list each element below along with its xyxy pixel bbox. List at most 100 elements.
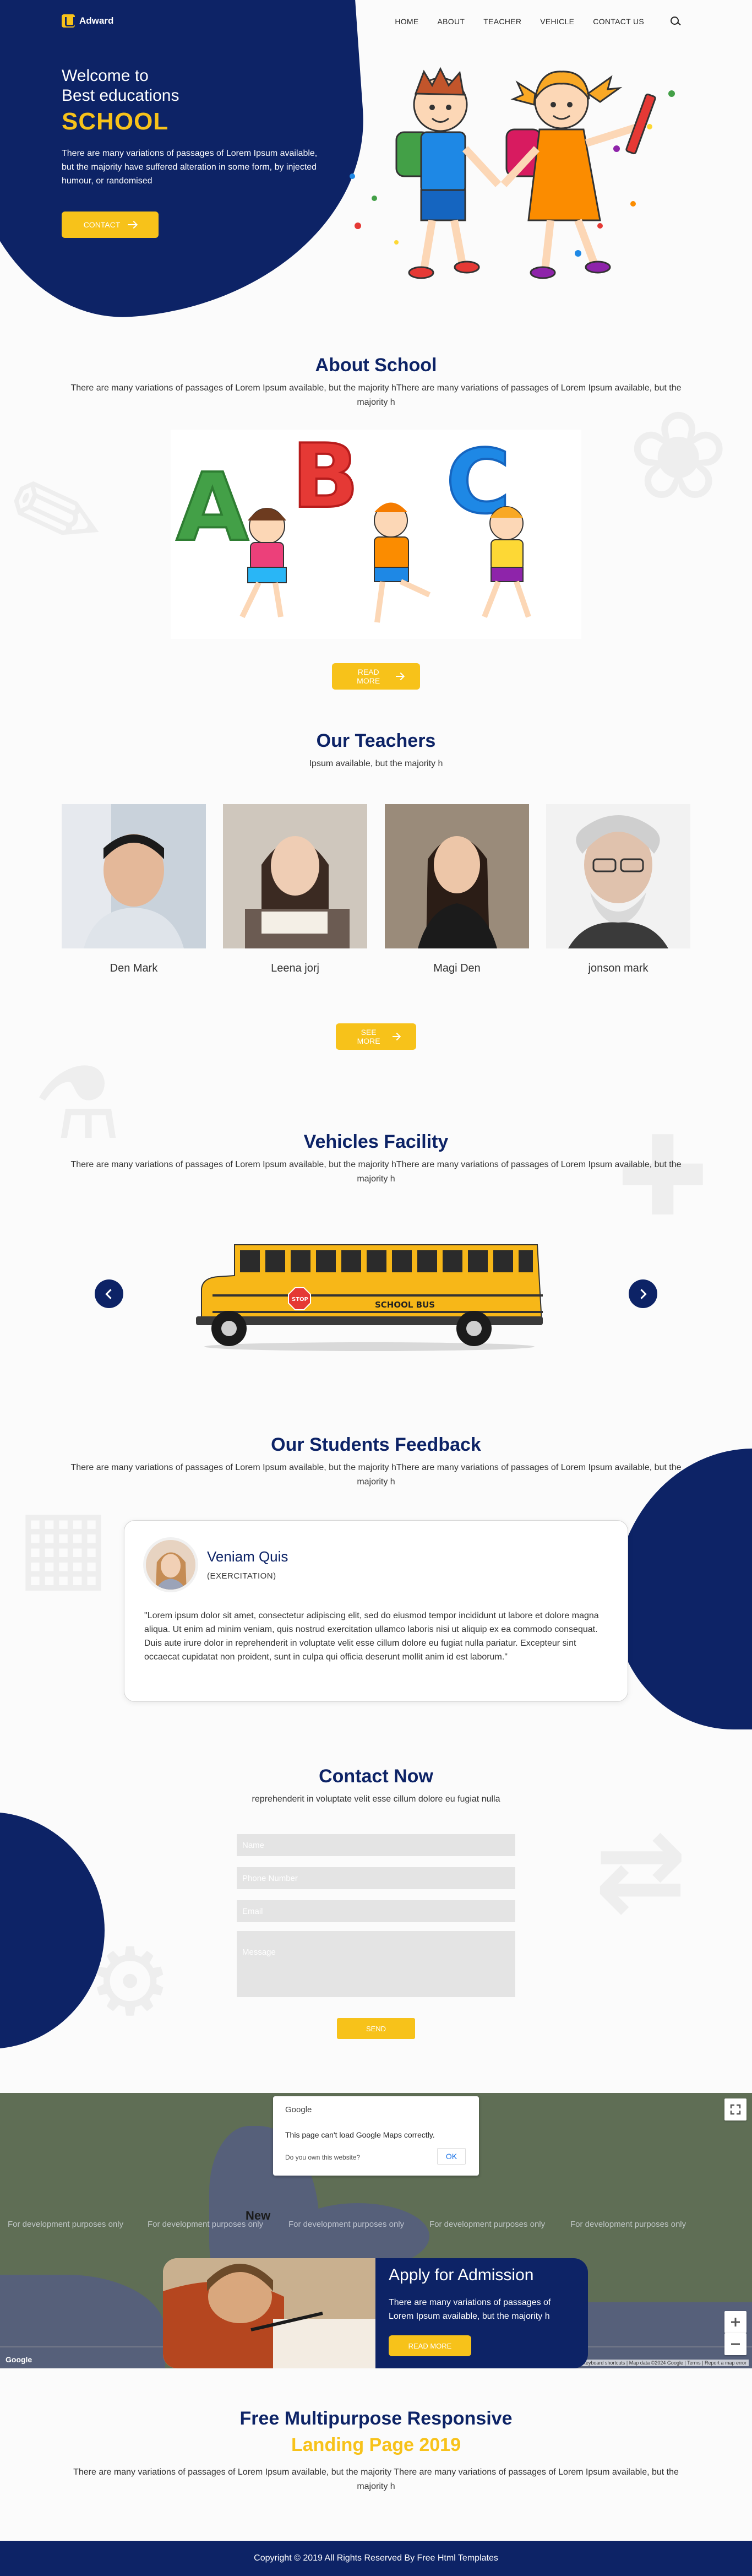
teacher-name: jonson mark <box>588 962 649 974</box>
map-fullscreen-button[interactable] <box>724 2098 746 2121</box>
contact-background-shape <box>0 1812 105 2049</box>
admission-read-more-button[interactable]: READ MORE <box>389 2335 471 2356</box>
teachers-see-more-button[interactable]: SEE MORE <box>336 1023 416 1050</box>
map-dev-watermark: For development purposes only <box>570 2220 686 2229</box>
map-dev-watermark: For development purposes only <box>429 2220 546 2229</box>
hero-welcome-line1: Welcome to <box>62 67 149 85</box>
contact-title: Contact Now <box>319 1766 433 1787</box>
map-attribution[interactable]: Keyboard shortcuts | Map data ©2024 Goog… <box>580 2360 749 2366</box>
hero-headline: SCHOOL <box>62 108 169 135</box>
map-water <box>0 2275 165 2368</box>
bus-label: SCHOOL BUS <box>375 1300 435 1310</box>
admission-banner: Apply for Admission There are many varia… <box>163 2258 588 2368</box>
map-dialog-message: This page can't load Google Maps correct… <box>285 2130 435 2139</box>
teacher-card[interactable]: Leena jorj <box>223 804 367 975</box>
map-zoom-in-button[interactable] <box>724 2311 746 2333</box>
abc-kids-illustration: A B C <box>171 430 581 639</box>
brand-name: Adward <box>79 15 114 26</box>
email-input[interactable] <box>237 1900 515 1922</box>
teacher-photo <box>62 804 206 948</box>
logo-icon <box>62 14 75 28</box>
school-bus-illustration: SCHOOL BUS STOP <box>196 1244 543 1351</box>
hero-description: There are many variations of passages of… <box>62 149 318 186</box>
map-error-dialog: Google This page can't load Google Maps … <box>273 2096 479 2176</box>
teacher-card[interactable]: Den Mark <box>62 804 206 975</box>
hero-text: Welcome to Best educations SCHOOL There … <box>62 66 337 188</box>
boy-figure <box>395 67 502 279</box>
background-decoration: ▦ <box>17 1487 111 1602</box>
name-input[interactable] <box>237 1834 515 1856</box>
admission-photo <box>163 2258 375 2368</box>
footer-title-line2: Landing Page 2019 <box>291 2434 461 2455</box>
hero-welcome-line2: Best educations <box>62 86 179 105</box>
nav-vehicle[interactable]: VEHICLE <box>540 17 574 26</box>
arrow-right-icon <box>393 1036 400 1037</box>
carousel-prev-button[interactable] <box>95 1279 123 1308</box>
fullscreen-icon <box>730 2104 741 2115</box>
map-dialog-ok-button[interactable]: OK <box>437 2148 466 2165</box>
teacher-photo <box>546 804 690 948</box>
about-text: There are many variations of passages of… <box>70 383 682 407</box>
background-decoration: ⇄ <box>595 1807 687 1935</box>
nav-about[interactable]: ABOUT <box>438 17 465 26</box>
search-icon[interactable] <box>671 17 680 26</box>
teacher-photo <box>385 804 529 948</box>
message-input[interactable] <box>237 1931 515 1997</box>
testimonial-card: Veniam Quis (EXERCITATION) "Lorem ipsum … <box>124 1520 628 1702</box>
feedback-text: There are many variations of passages of… <box>70 1463 682 1487</box>
carousel-next-button[interactable] <box>629 1279 657 1308</box>
teachers-title: Our Teachers <box>316 730 436 751</box>
nav-contact-us[interactable]: CONTACT US <box>593 17 644 26</box>
plus-icon <box>731 2318 740 2326</box>
teacher-name: Den Mark <box>110 962 158 974</box>
google-logo: Google <box>6 2355 32 2364</box>
map-zoom-out-button[interactable] <box>724 2333 746 2355</box>
nav-home[interactable]: HOME <box>395 17 418 26</box>
letter-a: A <box>176 453 249 562</box>
arrow-right-icon <box>396 676 404 677</box>
testimonial-quote: "Lorem ipsum dolor sit amet, consectetur… <box>144 1611 599 1662</box>
admission-text: There are many variations of passages of… <box>389 2298 551 2321</box>
contact-subtitle: reprehenderit in voluptate velit esse ci… <box>252 1794 500 1804</box>
minus-icon <box>731 2343 740 2345</box>
teacher-card[interactable]: jonson mark <box>546 804 690 975</box>
admission-panel: Apply for Admission There are many varia… <box>375 2258 588 2368</box>
nav-teacher[interactable]: TEACHER <box>483 17 521 26</box>
teacher-photo <box>223 804 367 948</box>
teachers-see-more-label: SEE MORE <box>357 1028 380 1045</box>
kid-left <box>239 508 287 619</box>
footer-text: There are many variations of passages of… <box>73 2467 679 2491</box>
main-nav: HOME ABOUT TEACHER VEHICLE CONTACT US <box>395 17 680 26</box>
hero-contact-button[interactable]: CONTACT <box>62 211 159 238</box>
student-avatar <box>143 1537 198 1592</box>
vehicles-text: There are many variations of passages of… <box>70 1160 682 1184</box>
kid-middle <box>374 502 431 623</box>
logo[interactable]: Adward <box>62 14 113 28</box>
teachers-subtitle: Ipsum available, but the majority h <box>309 759 443 768</box>
map-dialog-question: Do you own this website? <box>285 2154 361 2161</box>
kids-illustration <box>350 67 675 279</box>
admission-title: Apply for Admission <box>389 2266 534 2284</box>
teacher-name: Magi Den <box>433 962 481 974</box>
kid-right <box>482 506 531 618</box>
phone-input[interactable] <box>237 1867 515 1889</box>
stop-sign-label: STOP <box>292 1297 308 1303</box>
about-read-more-button[interactable]: READ MORE <box>332 663 420 690</box>
feedback-background-shape <box>614 1449 752 1729</box>
vehicles-title: Vehicles Facility <box>303 1131 449 1152</box>
girl-figure <box>500 70 656 279</box>
letter-b: B <box>292 430 359 528</box>
copyright-bar: Copyright © 2019 All Rights Reserved By … <box>0 2541 752 2576</box>
page: ✎ ❀ ⚗ ✚ ▦ ⇄ ⚙ Adward HOME ABOUT TEACHER … <box>0 0 752 2576</box>
teacher-card[interactable]: Magi Den <box>385 804 529 975</box>
map-dev-watermark: For development purposes only <box>288 2220 405 2229</box>
about-title: About School <box>315 355 437 376</box>
arrow-right-icon <box>128 224 137 225</box>
send-button[interactable]: SEND <box>337 2018 415 2039</box>
feedback-title: Our Students Feedback <box>271 1434 481 1455</box>
student-role: (EXERCITATION) <box>207 1571 276 1581</box>
map-dialog-brand: Google <box>285 2105 312 2114</box>
map-dev-watermark: For development purposes only <box>148 2220 264 2229</box>
footer-title-line1: Free Multipurpose Responsive <box>239 2408 513 2429</box>
map-dev-watermark: For development purposes only <box>8 2220 124 2229</box>
